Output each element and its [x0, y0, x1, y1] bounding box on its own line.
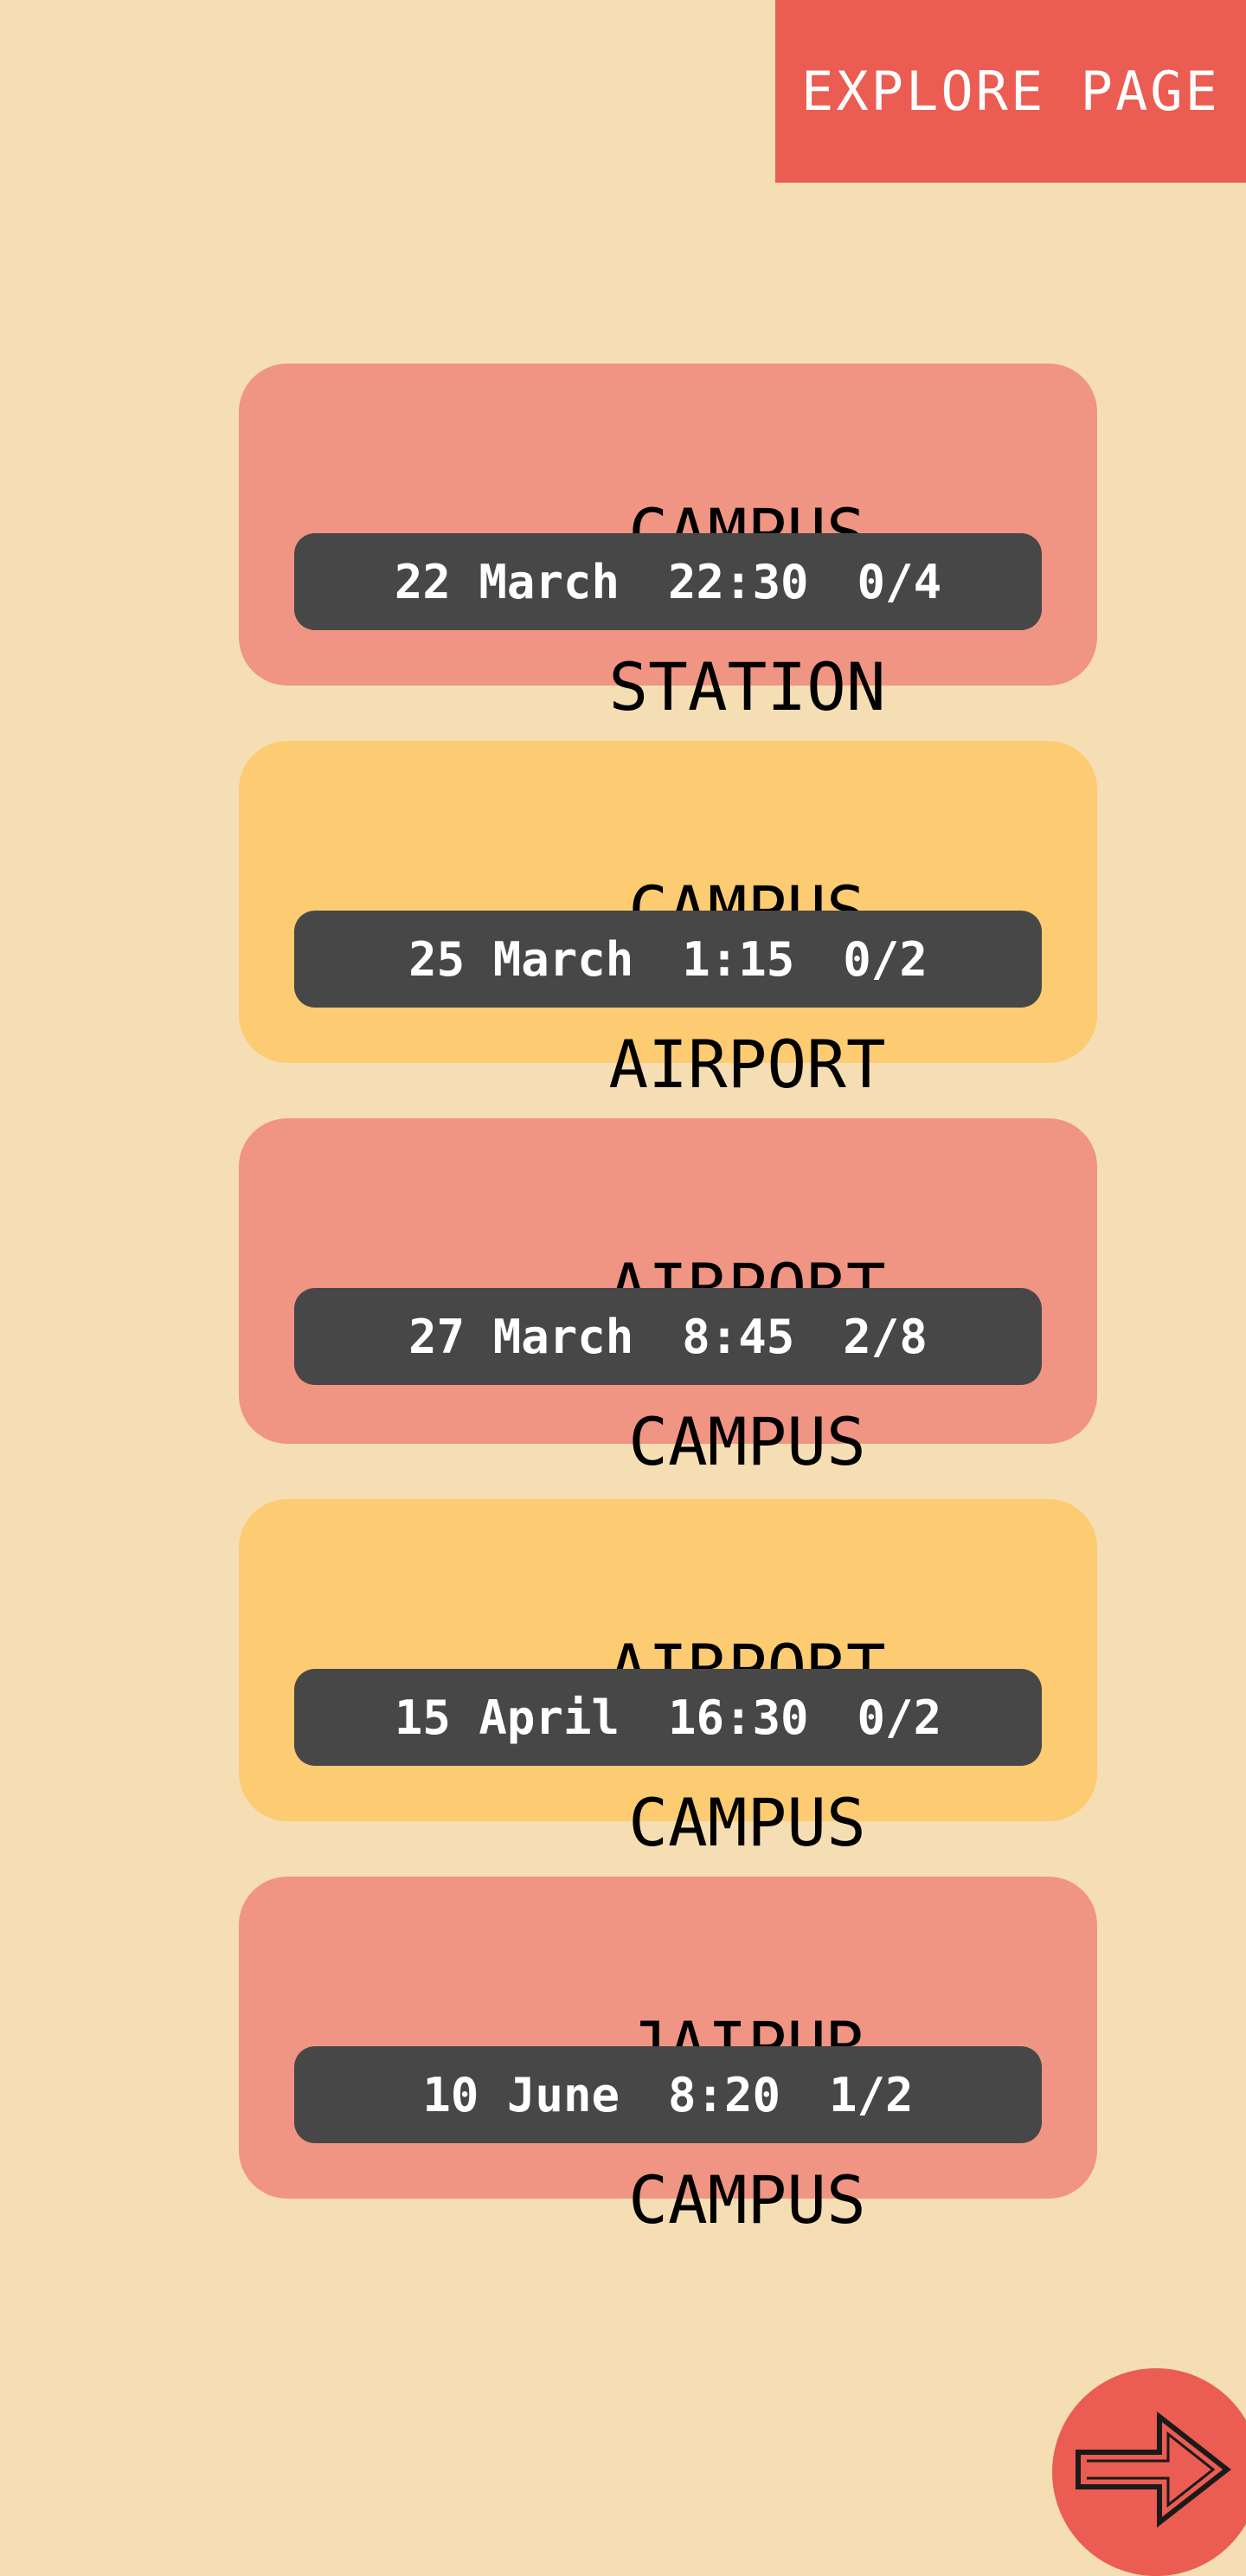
- ride-details: 22 March 22:30 0/4: [294, 533, 1042, 630]
- ride-time: 8:45: [682, 1309, 795, 1364]
- route-to: CAMPUS: [628, 2161, 866, 2238]
- ride-details: 15 April 16:30 0/2: [294, 1669, 1042, 1766]
- ride-date: 22 March: [394, 554, 620, 609]
- ride-details: 10 June 8:20 1/2: [294, 2046, 1042, 2143]
- ride-seats: 0/4: [857, 554, 942, 609]
- route-to: STATION: [608, 648, 886, 725]
- ride-card[interactable]: AIRPORT → CAMPUS 27 March8:452/8: [239, 1118, 1097, 1480]
- ride-card[interactable]: CAMPUS → AIRPORT 25 March1:150/2: [239, 741, 1097, 1103]
- ride-card[interactable]: CAMPUS → STATION 22 March22:300/4: [239, 364, 1097, 725]
- ride-details: 27 March 8:45 2/8: [294, 1288, 1042, 1385]
- ride-seats: 0/2: [843, 931, 928, 987]
- ride-time: 22:30: [667, 554, 809, 609]
- ride-date: 10 June: [422, 2067, 620, 2122]
- ride-details: 25 March 1:15 0/2: [294, 911, 1042, 1008]
- ride-time: 1:15: [682, 931, 795, 987]
- ride-time: 16:30: [667, 1690, 809, 1745]
- route-to: CAMPUS: [628, 1403, 866, 1480]
- arrow-right-icon: [1076, 2411, 1231, 2528]
- route-to: AIRPORT: [608, 1026, 886, 1103]
- ride-date: 15 April: [394, 1690, 620, 1745]
- ride-seats: 2/8: [843, 1309, 928, 1364]
- next-button[interactable]: [1052, 2368, 1246, 2576]
- explore-page-button[interactable]: EXPLORE PAGE: [775, 0, 1246, 183]
- ride-time: 8:20: [667, 2067, 781, 2122]
- ride-card[interactable]: AIRPORT → CAMPUS 15 April16:300/2: [239, 1499, 1097, 1861]
- ride-seats: 1/2: [829, 2067, 914, 2122]
- ride-date: 27 March: [408, 1309, 634, 1364]
- ride-date: 25 March: [408, 931, 634, 987]
- ride-seats: 0/2: [857, 1690, 942, 1745]
- ride-card[interactable]: JAIPUR → CAMPUS 10 June8:201/2: [239, 1877, 1097, 2238]
- route-to: CAMPUS: [628, 1784, 866, 1861]
